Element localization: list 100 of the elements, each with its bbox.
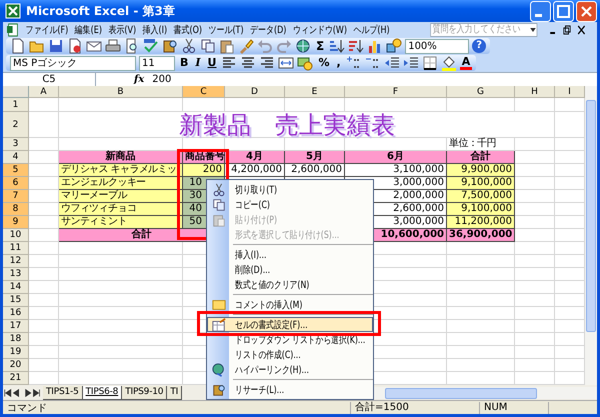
cut-icon[interactable] (181, 38, 197, 54)
tab-navigation-icon[interactable] (3, 388, 43, 398)
zoom-dropdown[interactable]: 100% (405, 38, 470, 54)
menu-item[interactable]: 編集(E) (74, 22, 102, 36)
row-header[interactable]: 9 (3, 216, 29, 229)
row-header[interactable]: 21 (3, 372, 29, 385)
menu-item[interactable]: ウィンドウ(W) (292, 22, 347, 36)
menu-item[interactable]: ヘルプ(H) (353, 22, 390, 36)
window-title: Microsoft Excel - 第3章 (26, 2, 175, 20)
context-menu-item[interactable]: 削除(D)... (207, 262, 373, 277)
sheet-tab[interactable]: TI (167, 386, 182, 400)
sheet-tab[interactable]: TIPS9-10 (122, 386, 168, 400)
copy-icon[interactable] (200, 38, 216, 54)
row-header[interactable]: 19 (3, 346, 29, 359)
context-menu-item[interactable]: 数式と値のクリア(N) (207, 277, 373, 292)
fill-color-icon[interactable] (440, 55, 457, 71)
column-header[interactable]: F (345, 86, 447, 98)
status-sum: 合計=1500 (350, 402, 479, 414)
row-header[interactable]: 7 (3, 190, 29, 203)
row-header[interactable]: 3 (3, 138, 29, 151)
row-header[interactable]: 8 (3, 203, 29, 216)
borders-icon[interactable] (422, 55, 438, 71)
paste-icon[interactable] (219, 38, 235, 54)
column-header[interactable]: H (515, 86, 555, 98)
font-dropdown[interactable]: MS Pゴシック (10, 56, 136, 70)
align-right-icon[interactable] (259, 55, 276, 71)
context-menu-item[interactable]: リストの作成(C)... (207, 347, 373, 362)
row-header[interactable]: 11 (3, 242, 29, 255)
empty-cell (515, 112, 555, 138)
vertical-scrollbar[interactable] (585, 86, 597, 385)
document-icon[interactable] (6, 22, 19, 36)
sheet-tab[interactable]: TIPS6-8 (82, 386, 122, 400)
sort-descending-icon[interactable] (348, 38, 364, 54)
row-header[interactable]: 5 (3, 164, 29, 177)
help-search-field[interactable]: 質問を入力してください (430, 22, 538, 36)
row-header[interactable]: 16 (3, 307, 29, 320)
row-header[interactable]: 20 (3, 359, 29, 372)
comma-button[interactable]: , (334, 56, 343, 70)
row-header[interactable]: 14 (3, 281, 29, 294)
row-header[interactable]: 12 (3, 255, 29, 268)
row-header[interactable]: 4 (3, 151, 29, 164)
context-menu-item[interactable]: セルの書式設定(F)... (207, 317, 373, 332)
align-left-icon[interactable] (221, 55, 238, 71)
function-label[interactable]: fx (134, 74, 144, 85)
globe-icon[interactable] (295, 38, 311, 54)
autosum-button[interactable]: Σ (314, 39, 326, 53)
column-header[interactable]: G (447, 86, 515, 98)
row-header[interactable]: 2 (3, 112, 29, 138)
menu-item[interactable]: ファイル(F) (25, 22, 68, 36)
bold-button[interactable]: B (178, 56, 190, 70)
column-header[interactable]: B (59, 86, 183, 98)
book-icon[interactable] (162, 38, 178, 54)
menu-item[interactable]: ツール(T) (208, 22, 244, 36)
table-cell: ウフィツィチョコ (59, 203, 183, 216)
menu-item[interactable]: 挿入(I) (142, 22, 168, 36)
merge-center-icon[interactable] (278, 55, 294, 71)
row-header[interactable]: 6 (3, 177, 29, 190)
menu-item[interactable]: 表示(V) (108, 22, 136, 36)
print-icon[interactable] (105, 38, 121, 54)
column-header[interactable]: I (555, 86, 585, 98)
brush-icon[interactable] (238, 38, 254, 54)
spelling-check-icon[interactable] (143, 38, 159, 54)
restore-icon[interactable] (563, 24, 571, 34)
column-header[interactable]: A (29, 86, 59, 98)
context-menu-item[interactable]: リサーチ(L)... (207, 382, 373, 397)
row-header[interactable]: 1 (3, 98, 29, 112)
sort-ascending-icon[interactable] (329, 38, 346, 54)
context-menu-item[interactable]: コメントの挿入(M) (207, 297, 373, 312)
caret-icon[interactable] (530, 28, 536, 32)
align-center-icon[interactable] (240, 55, 256, 71)
empty-cell (515, 307, 555, 320)
row-header[interactable]: 13 (3, 268, 29, 281)
context-menu-item[interactable]: 挿入(I)... (207, 247, 373, 262)
underline-button[interactable]: U (206, 56, 218, 70)
currency-icon[interactable] (297, 55, 314, 71)
note-icon (212, 298, 226, 312)
row-header[interactable]: 17 (3, 320, 29, 333)
increase-decimal-icon[interactable] (346, 55, 362, 71)
save-icon[interactable] (48, 38, 64, 54)
italic-button[interactable]: I (193, 56, 203, 70)
percent-button[interactable]: % (316, 56, 332, 70)
sheet-tab[interactable]: TIPS1-5 (43, 386, 83, 400)
menu-item[interactable]: 書式(O) (174, 22, 202, 36)
drawing-icon[interactable] (386, 38, 402, 54)
row-header[interactable]: 18 (3, 333, 29, 346)
maximize-icon[interactable] (553, 0, 574, 22)
formula-field[interactable]: 200 (152, 74, 172, 85)
menu-item[interactable]: データ(D) (250, 22, 286, 36)
column-header[interactable]: D (225, 86, 285, 98)
num-lock-indicator: NUM (479, 402, 548, 414)
row-header[interactable]: 10 (3, 229, 29, 242)
close-icon[interactable] (577, 24, 586, 34)
horizontal-scrollbar[interactable] (371, 386, 597, 398)
help-button[interactable]: ? (472, 39, 486, 53)
row-header[interactable]: 15 (3, 294, 29, 307)
context-menu-item[interactable]: ハイパーリンク(H)... (207, 362, 373, 377)
column-header[interactable]: C (183, 86, 225, 98)
column-header[interactable]: E (285, 86, 345, 98)
globe-icon (212, 362, 226, 376)
font-size-dropdown[interactable]: 11 (139, 56, 175, 70)
